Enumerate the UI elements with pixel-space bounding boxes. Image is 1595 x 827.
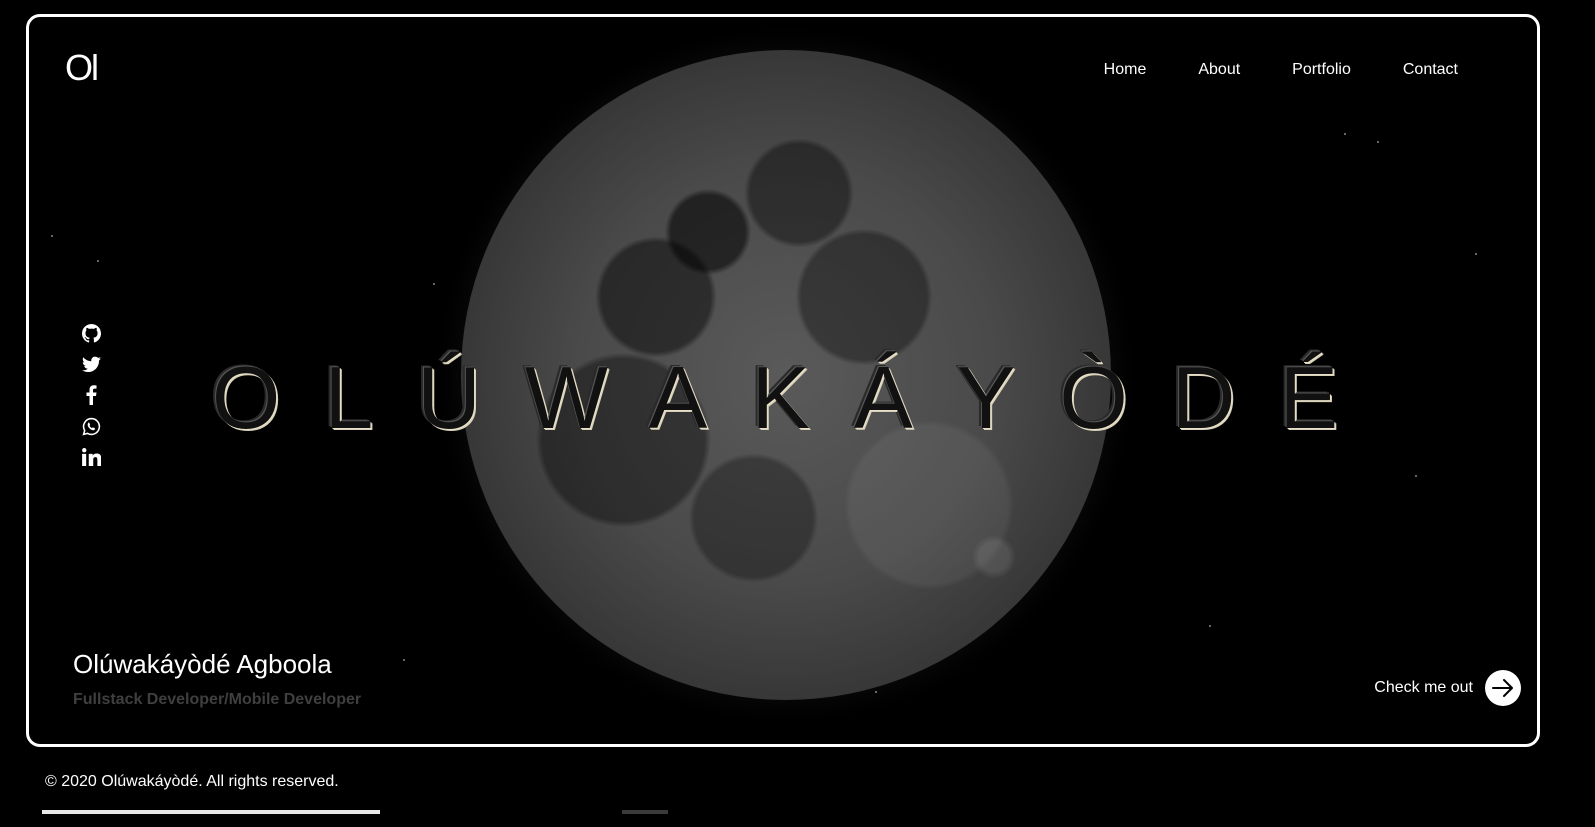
- star: [403, 659, 405, 661]
- nav-contact[interactable]: Contact: [1403, 61, 1458, 79]
- check-me-out-button[interactable]: Check me out: [1374, 670, 1521, 706]
- person-role: Fullstack Developer/Mobile Developer: [73, 691, 362, 708]
- main-nav: Home About Portfolio Contact: [1104, 61, 1458, 79]
- site-logo[interactable]: Ol: [65, 47, 99, 89]
- star: [875, 691, 877, 693]
- footer-divider-secondary: [622, 810, 668, 814]
- cta-label: Check me out: [1374, 679, 1473, 696]
- star: [97, 260, 99, 262]
- star: [1344, 133, 1346, 135]
- star: [1475, 253, 1477, 255]
- nav-home[interactable]: Home: [1104, 61, 1147, 79]
- nav-about[interactable]: About: [1198, 61, 1240, 79]
- star: [1209, 625, 1211, 627]
- star: [1415, 475, 1417, 477]
- arrow-right-icon[interactable]: [1485, 670, 1521, 706]
- star: [1377, 141, 1379, 143]
- hero-title: OLÚWAKÁYÒDÉ: [211, 348, 1383, 447]
- footer-divider: [42, 810, 380, 814]
- footer-copyright: © 2020 Olúwakáyòdé. All rights reserved.: [45, 773, 339, 790]
- star: [433, 283, 435, 285]
- star: [51, 235, 53, 237]
- person-name: Olúwakáyòdé Agboola: [73, 649, 332, 679]
- linkedin-icon[interactable]: [81, 447, 101, 467]
- github-icon[interactable]: [81, 323, 101, 343]
- hero-frame: Ol Home About Portfolio Contact OLÚWAKÁY…: [26, 14, 1540, 747]
- nav-portfolio[interactable]: Portfolio: [1292, 61, 1351, 79]
